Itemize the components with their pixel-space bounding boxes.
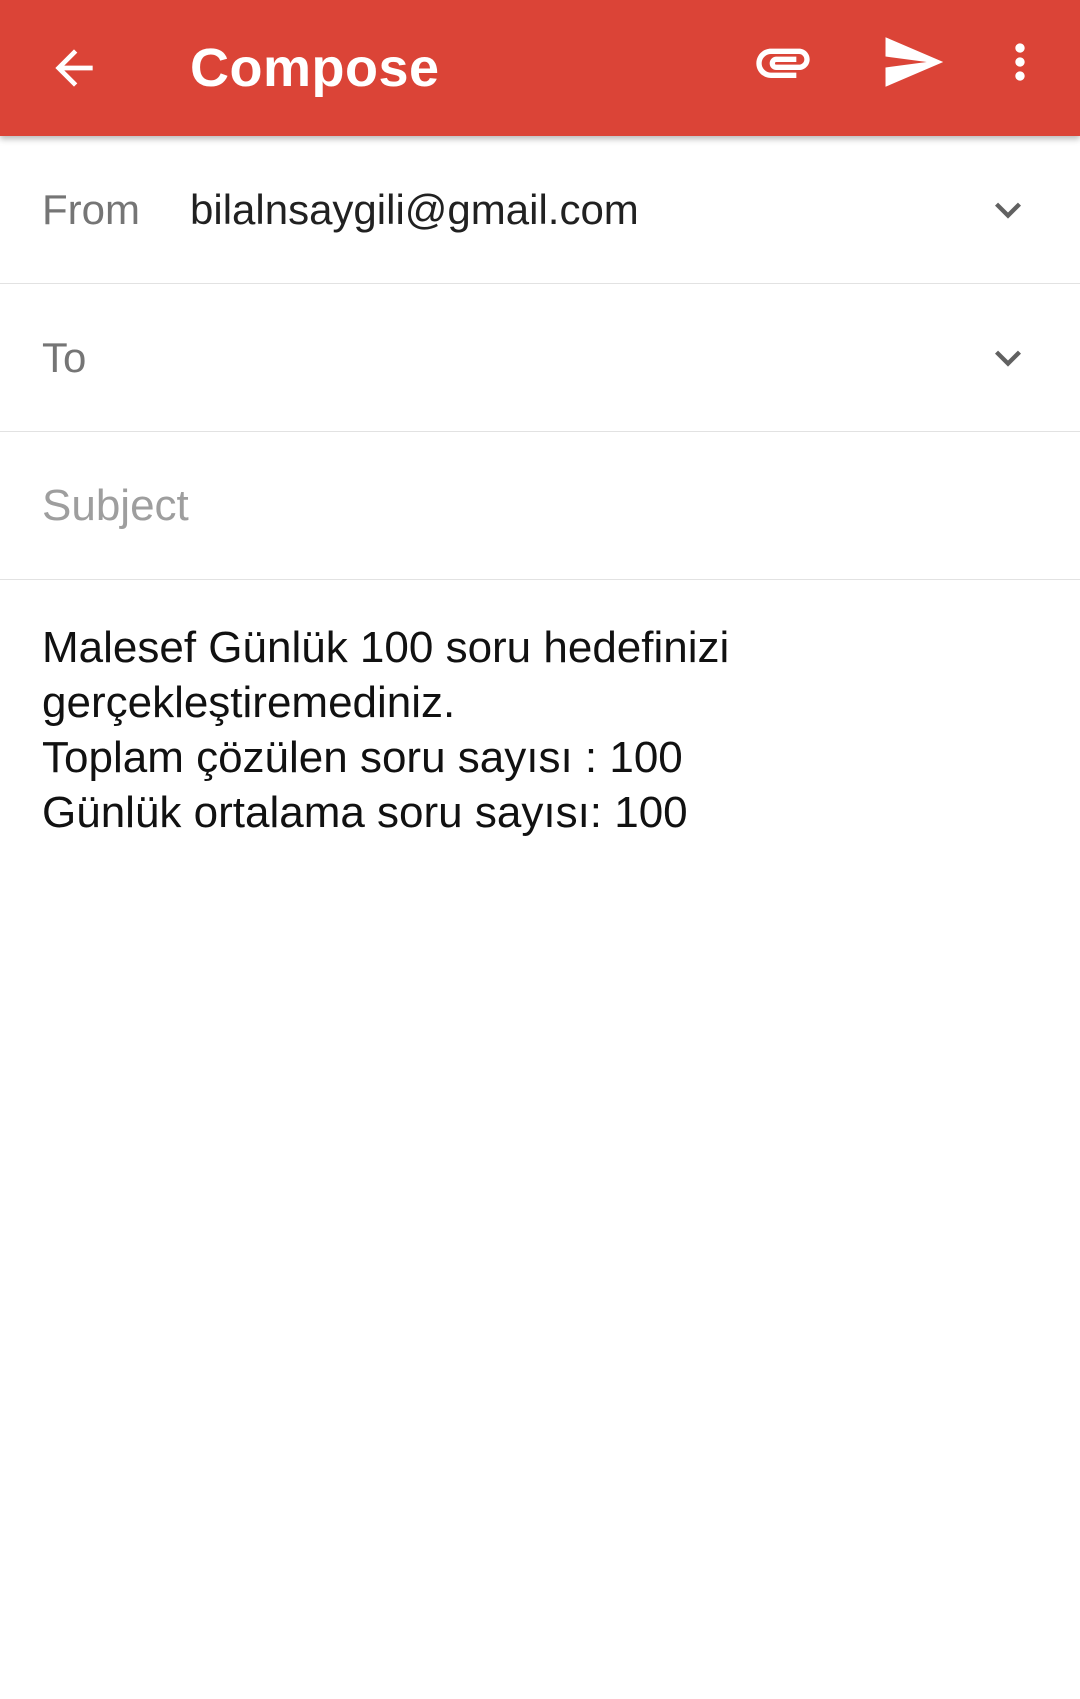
body-line: gerçekleştiremediniz. (42, 678, 456, 727)
subject-row (0, 432, 1080, 580)
to-row: To (0, 284, 1080, 434)
send-button[interactable] (870, 24, 956, 100)
back-arrow-icon (55, 49, 93, 87)
send-icon (885, 37, 944, 87)
chevron-down-icon (995, 202, 1021, 219)
page-title: Compose (190, 38, 440, 98)
from-row: From bilalnsaygili@gmail.com (0, 136, 1080, 284)
more-vert-icon (1015, 43, 1025, 81)
message-body[interactable]: Malesef Günlük 100 soru hedefinizi gerçe… (42, 620, 1042, 840)
attach-button[interactable] (745, 24, 821, 100)
body-line: Günlük ortalama soru sayısı: 100 (42, 788, 688, 837)
back-button[interactable] (36, 30, 112, 106)
from-account-value[interactable]: bilalnsaygili@gmail.com (190, 136, 639, 284)
chevron-down-icon (995, 350, 1021, 367)
subject-input[interactable] (42, 432, 1022, 580)
to-dropdown-button[interactable] (980, 330, 1036, 386)
to-input[interactable] (190, 284, 954, 434)
paperclip-icon (756, 48, 810, 78)
more-options-button[interactable] (990, 24, 1050, 100)
from-dropdown-button[interactable] (980, 182, 1036, 238)
app-bar: Compose (0, 0, 1080, 136)
body-line: Malesef Günlük 100 soru hedefinizi (42, 623, 730, 672)
from-label: From (42, 186, 140, 233)
body-line: Toplam çözülen soru sayısı : 100 (42, 733, 683, 782)
to-label: To (42, 334, 87, 381)
